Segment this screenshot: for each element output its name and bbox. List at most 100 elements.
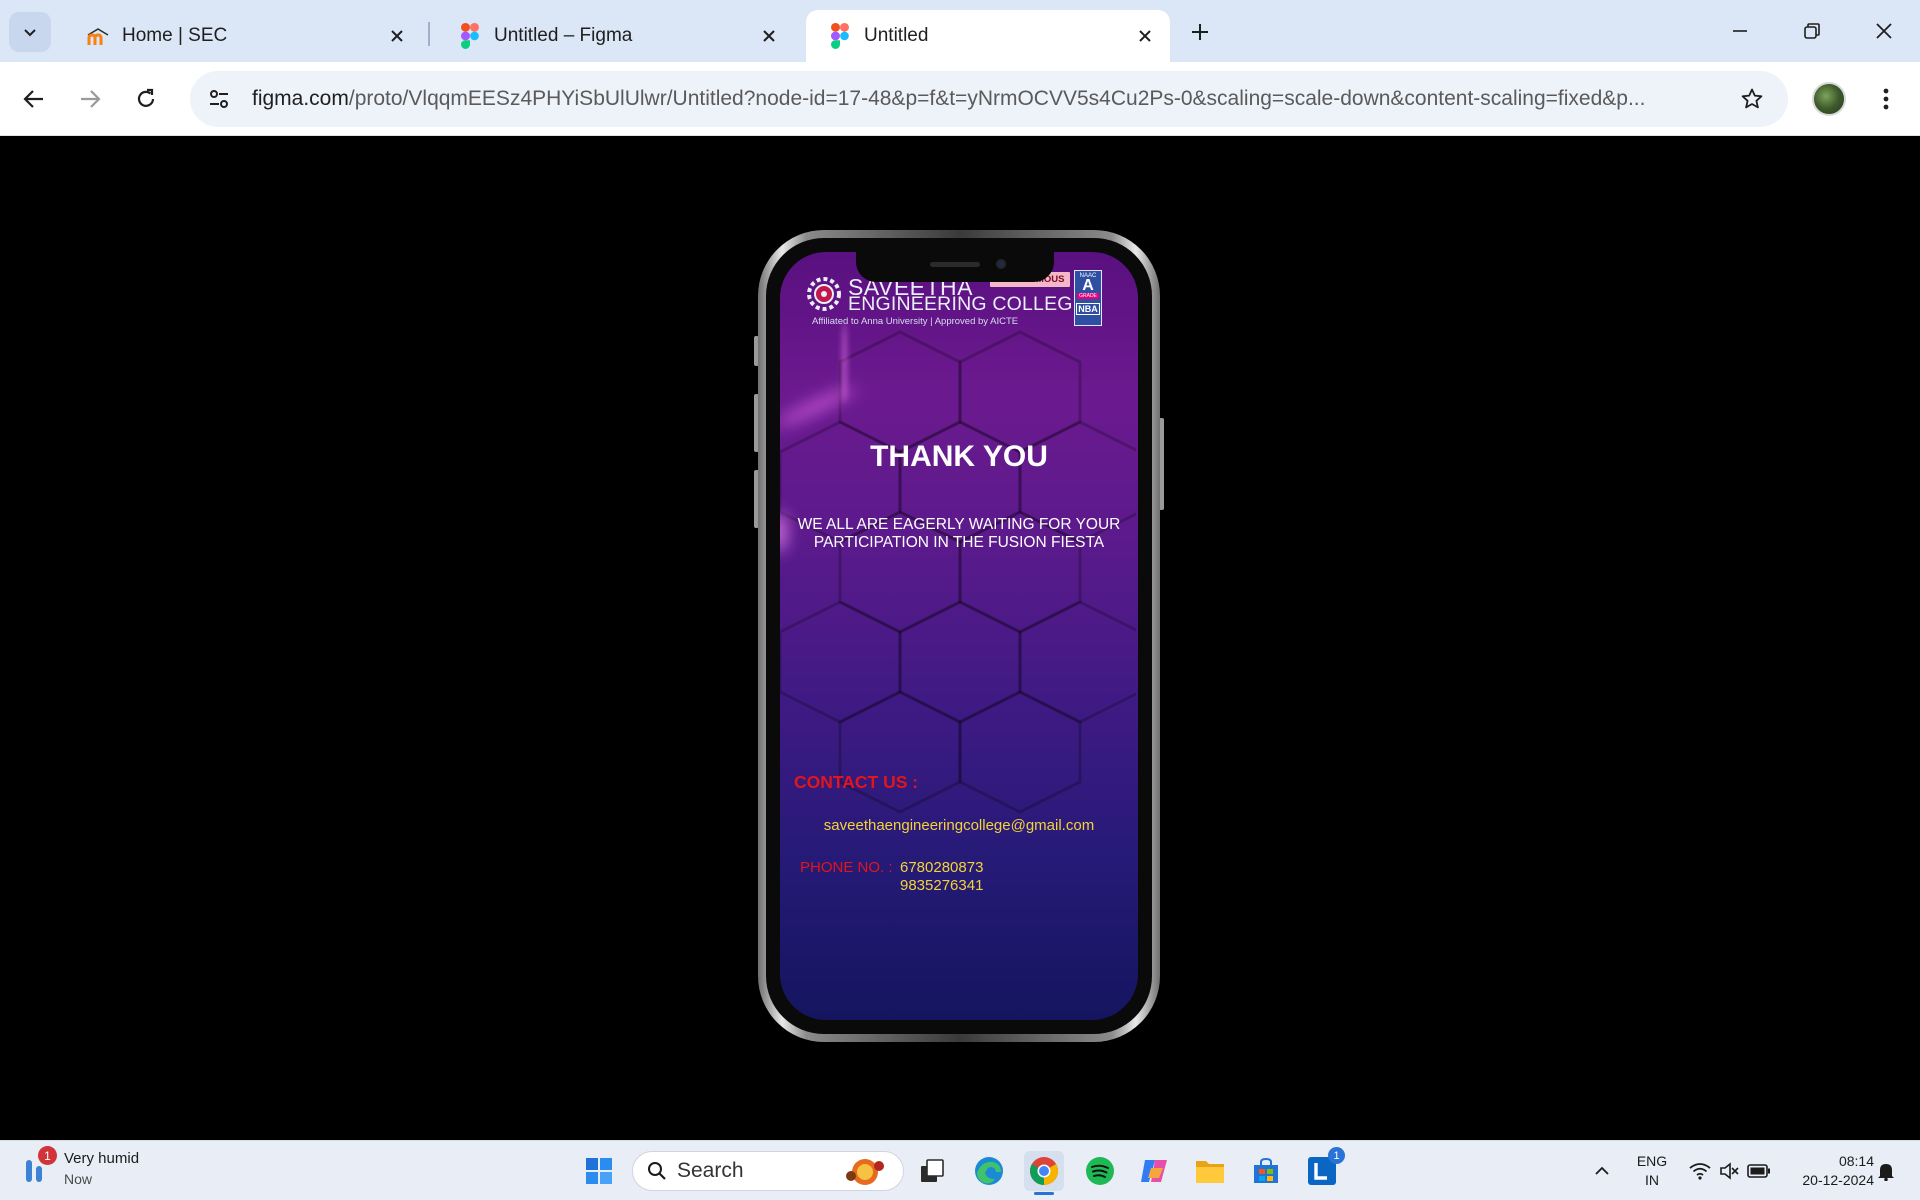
url-path: /proto/VlqqmEESz4PHYiSbUlUlwr/Untitled?n…: [348, 87, 1646, 110]
bookmark-button[interactable]: [1734, 81, 1770, 117]
address-bar[interactable]: figma.com/proto/VlqqmEESz4PHYiSbUlUlwr/U…: [190, 71, 1788, 127]
contact-email: saveethaengineeringcollege@gmail.com: [823, 817, 1095, 834]
clock[interactable]: 08:14 20-12-2024: [1780, 1152, 1874, 1190]
phone-number: 6780280873: [900, 859, 984, 876]
start-button[interactable]: [579, 1151, 619, 1191]
url-host: figma.com: [252, 87, 349, 110]
url-text[interactable]: figma.com/proto/VlqqmEESz4PHYiSbUlUlwr/U…: [252, 87, 1712, 111]
restore-icon: [1804, 23, 1820, 39]
battery-icon: [1747, 1164, 1770, 1178]
spotify-button[interactable]: [1080, 1151, 1120, 1191]
wifi-icon: [1689, 1163, 1711, 1180]
edge-button[interactable]: [969, 1151, 1009, 1191]
weather-title: Very humid: [64, 1150, 140, 1167]
tab-untitled-active[interactable]: Untitled: [806, 10, 1170, 62]
clock-time: 08:14: [1838, 1153, 1874, 1169]
phone-bezel: SAVEETHA ENGINEERING COLLEGE Affiliated …: [766, 238, 1152, 1034]
phone-label: PHONE NO. :: [800, 859, 893, 876]
microsoft-store-button[interactable]: [1246, 1151, 1286, 1191]
reload-icon: [137, 88, 155, 107]
store-icon: [1254, 1157, 1278, 1183]
chevron-up-icon: [1595, 1166, 1609, 1175]
arrow-right-icon: [81, 90, 101, 108]
close-window-button[interactable]: [1854, 8, 1914, 54]
waiting-message: WE ALL ARE EAGERLY WAITING FOR YOUR PART…: [780, 516, 1138, 552]
forward-button[interactable]: [68, 77, 112, 121]
naac-grade: A: [1082, 277, 1094, 294]
minimize-icon: [1733, 30, 1747, 32]
waiting-message-line2: PARTICIPATION IN THE FUSION FIESTA: [813, 534, 1105, 551]
taskbar-search[interactable]: Search: [632, 1151, 904, 1191]
quick-settings-button[interactable]: [1680, 1151, 1780, 1191]
gear-emblem-icon: [807, 277, 841, 311]
figma-icon: [826, 22, 854, 50]
light-streak: [842, 322, 847, 402]
site-info-button[interactable]: [194, 74, 244, 124]
star-icon: [1741, 88, 1763, 109]
tab-title: Home | SEC: [122, 25, 228, 46]
tab-separator: [428, 22, 430, 46]
volume-muted-icon: [1720, 1162, 1739, 1180]
reload-button[interactable]: [124, 77, 168, 121]
new-tab-button[interactable]: [1182, 14, 1218, 50]
tab-title: Untitled – Figma: [494, 25, 633, 46]
plus-icon: [1192, 24, 1208, 40]
thank-you-heading: THANK YOU: [870, 440, 1048, 473]
naac-badge: NAAC A GRADE NBA: [1074, 270, 1102, 326]
browser-toolbar: figma.com/proto/VlqqmEESz4PHYiSbUlUlwr/U…: [0, 62, 1920, 136]
search-highlight-icon: [846, 1159, 884, 1185]
weather-icon: 1: [22, 1146, 57, 1186]
profile-avatar[interactable]: [1812, 82, 1846, 116]
tab-untitled-figma[interactable]: Untitled – Figma: [436, 10, 794, 62]
close-icon[interactable]: [754, 21, 784, 51]
search-label: Search: [677, 1159, 744, 1182]
windows-icon: [586, 1158, 612, 1184]
spotify-icon: [1086, 1157, 1114, 1185]
moodle-icon: [84, 22, 112, 50]
task-view-button[interactable]: [912, 1151, 952, 1191]
phone-speaker: [930, 262, 980, 267]
contact-us-heading: CONTACT US :: [794, 772, 919, 792]
waiting-message-line1: WE ALL ARE EAGERLY WAITING FOR YOUR: [797, 516, 1121, 533]
copilot-button[interactable]: [1135, 1151, 1175, 1191]
figma-prototype-viewport[interactable]: SAVEETHA ENGINEERING COLLEGE Affiliated …: [0, 136, 1920, 1140]
clock-date: 20-12-2024: [1802, 1172, 1874, 1188]
tab-home-sec[interactable]: Home | SEC: [64, 10, 422, 62]
tab-search-button[interactable]: [9, 12, 51, 52]
weather-widget[interactable]: 1 Very humid Now: [22, 1146, 140, 1189]
language-indicator[interactable]: ENG IN: [1626, 1152, 1678, 1190]
tune-icon: [210, 90, 228, 108]
active-indicator: [1034, 1192, 1054, 1195]
browser-menu-button[interactable]: [1868, 80, 1904, 118]
close-icon[interactable]: [382, 21, 412, 51]
chevron-down-icon: [24, 29, 36, 37]
restore-button[interactable]: [1782, 8, 1842, 54]
notifications-button[interactable]: [1868, 1151, 1904, 1191]
nba-label: NBA: [1076, 303, 1100, 315]
chrome-icon: [1030, 1157, 1058, 1185]
close-icon: [1876, 23, 1892, 39]
phone-number: 9835276341: [900, 877, 984, 894]
figma-icon: [456, 22, 484, 50]
phone-notch: [856, 252, 1054, 282]
file-explorer-button[interactable]: [1190, 1151, 1230, 1191]
tab-title: Untitled: [864, 25, 929, 46]
minimize-button[interactable]: [1710, 8, 1770, 54]
chrome-button[interactable]: [1024, 1151, 1064, 1195]
task-view-icon: [921, 1159, 944, 1182]
back-button[interactable]: [12, 77, 56, 121]
naac-grade-label: GRADE: [1077, 293, 1099, 299]
tab-strip: Home | SEC Untitled – Figma Untitled: [0, 0, 1920, 62]
language-top: ENG: [1636, 1153, 1668, 1169]
folder-icon: [1196, 1161, 1224, 1183]
more-vertical-icon: [1883, 88, 1889, 110]
prototype-screen[interactable]: SAVEETHA ENGINEERING COLLEGE Affiliated …: [780, 252, 1138, 1020]
bell-icon: [1878, 1164, 1894, 1181]
copilot-icon: [1141, 1160, 1167, 1182]
language-bottom: IN: [1645, 1172, 1659, 1188]
close-icon[interactable]: [1130, 21, 1160, 51]
show-hidden-icons-button[interactable]: [1582, 1151, 1622, 1191]
linkedin-button[interactable]: 1: [1302, 1147, 1345, 1191]
search-icon: [648, 1162, 666, 1180]
hexagon-background: [780, 330, 1136, 814]
